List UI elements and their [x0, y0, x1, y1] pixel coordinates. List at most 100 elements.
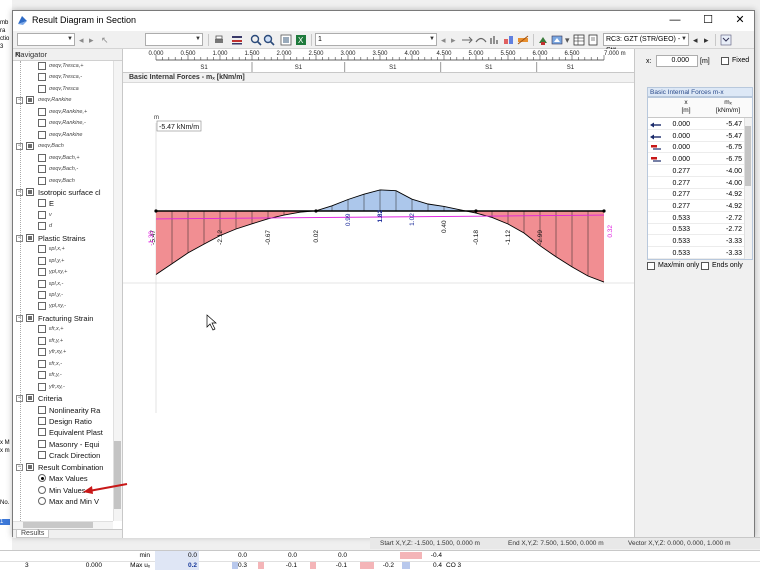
- navigator-item[interactable]: −Plastic Strains: [13, 233, 113, 244]
- navigator-item[interactable]: E: [13, 198, 113, 209]
- table-row[interactable]: 0.277-4.92: [648, 201, 744, 212]
- navigator-item[interactable]: σeqv,Rankine,+: [13, 107, 113, 118]
- group-checkbox[interactable]: [26, 314, 34, 322]
- extremes-icon[interactable]: [503, 34, 515, 46]
- result-diagram[interactable]: Basic Internal Forces - mₓ [kNm/m] -5.47…: [123, 73, 634, 538]
- navigator-item[interactable]: −σeqv,Bach: [13, 141, 113, 152]
- navigator-item[interactable]: −Criteria: [13, 393, 113, 404]
- print-icon[interactable]: [213, 34, 225, 46]
- x-position-input[interactable]: 0.000: [656, 55, 698, 67]
- result-checkbox[interactable]: [38, 360, 46, 368]
- result-checkbox[interactable]: [38, 337, 46, 345]
- navigator-hscroll-thumb[interactable]: [23, 522, 93, 528]
- result-checkbox[interactable]: [38, 199, 46, 207]
- result-checkbox[interactable]: [38, 428, 46, 436]
- result-checkbox[interactable]: [38, 257, 46, 265]
- navigator-item[interactable]: d: [13, 221, 113, 232]
- minimize-button[interactable]: —: [660, 13, 690, 29]
- table-row[interactable]: 0.277-4.92: [648, 189, 744, 200]
- excel-icon[interactable]: X: [295, 34, 307, 46]
- table-row[interactable]: 0.000-5.47: [648, 119, 744, 130]
- navigator-item[interactable]: γfr,xy,+: [13, 347, 113, 358]
- result-checkbox[interactable]: [38, 302, 46, 310]
- navigator-item[interactable]: σeqv,Bach,-: [13, 164, 113, 175]
- navigator-item[interactable]: εpl,x,+: [13, 244, 113, 255]
- close-button[interactable]: ✕: [725, 13, 755, 29]
- settings-icon[interactable]: [537, 34, 549, 46]
- result-checkbox[interactable]: [38, 440, 46, 448]
- navigator-item[interactable]: −Fracturing Strain: [13, 313, 113, 324]
- navigator-scroll-thumb[interactable]: [114, 441, 121, 509]
- diagram-canvas[interactable]: -5.47-2.12-0.670.020.991.821.020.40-0.18…: [123, 83, 634, 538]
- result-checkbox[interactable]: [38, 325, 46, 333]
- navigator-item[interactable]: Masonry - Equi: [13, 439, 113, 450]
- result-checkbox[interactable]: [38, 62, 46, 70]
- result-checkbox[interactable]: [38, 268, 46, 276]
- navigator-item[interactable]: Nonlinearity Ra: [13, 405, 113, 416]
- group-checkbox[interactable]: [26, 394, 34, 402]
- navigator-item[interactable]: εfr,x,+: [13, 324, 113, 335]
- navigator-item[interactable]: σeqv,Bach: [13, 176, 113, 187]
- navigator-item[interactable]: εpl,y,-: [13, 290, 113, 301]
- navigator-item[interactable]: −Result Combination: [13, 462, 113, 473]
- navigator-item[interactable]: σeqv,Tresca,-: [13, 72, 113, 83]
- result-number-combo[interactable]: 1▼: [315, 33, 437, 46]
- pointer-icon[interactable]: ↖: [101, 34, 109, 46]
- navigator-item[interactable]: γfr,xy,-: [13, 382, 113, 393]
- table-row[interactable]: 0.000-6.75: [648, 154, 744, 165]
- navigator-item[interactable]: εfr,y,+: [13, 336, 113, 347]
- nav-next-icon[interactable]: ▸: [451, 34, 456, 46]
- result-checkbox[interactable]: [38, 119, 46, 127]
- result-checkbox[interactable]: [38, 280, 46, 288]
- fixed-checkbox[interactable]: [721, 57, 729, 65]
- navigator-item[interactable]: v: [13, 210, 113, 221]
- combo-prev-icon[interactable]: ◂: [693, 34, 698, 46]
- filter-icon[interactable]: [231, 34, 243, 46]
- section-combo[interactable]: ▼: [145, 33, 203, 46]
- table-row[interactable]: 0.533-2.72: [648, 224, 744, 235]
- navigator-item[interactable]: σeqv,Bach,+: [13, 153, 113, 164]
- tab-results[interactable]: Results: [16, 530, 49, 538]
- result-checkbox[interactable]: [38, 291, 46, 299]
- color-scale-icon[interactable]: [517, 34, 529, 46]
- navigator-item[interactable]: σeqv,Tresca: [13, 84, 113, 95]
- smoothing-icon[interactable]: [475, 34, 487, 46]
- navigator-item[interactable]: σeqv,Tresca,+: [13, 61, 113, 72]
- result-checkbox[interactable]: [38, 108, 46, 116]
- table-row[interactable]: 0.000-5.47: [648, 131, 744, 142]
- result-combination-radio[interactable]: [38, 474, 46, 482]
- result-checkbox[interactable]: [38, 406, 46, 414]
- nav-prev-icon[interactable]: ◂: [79, 34, 84, 46]
- table-icon[interactable]: [573, 34, 585, 46]
- table-row[interactable]: 0.533-3.33: [648, 248, 744, 259]
- result-checkbox[interactable]: [38, 177, 46, 185]
- ends-only-checkbox[interactable]: [701, 262, 709, 270]
- group-checkbox[interactable]: [26, 463, 34, 471]
- nav-prev-icon[interactable]: ◂: [441, 34, 446, 46]
- result-checkbox[interactable]: [38, 165, 46, 173]
- report-icon[interactable]: [587, 34, 599, 46]
- maximize-button[interactable]: ☐: [693, 13, 723, 29]
- result-combination-radio[interactable]: [38, 497, 46, 505]
- result-checkbox[interactable]: [38, 383, 46, 391]
- navigator-item[interactable]: εpl,x,-: [13, 279, 113, 290]
- maxmin-only-checkbox[interactable]: [647, 262, 655, 270]
- result-checkbox[interactable]: [38, 73, 46, 81]
- navigator-item[interactable]: −Isotropic surface cl: [13, 187, 113, 198]
- group-checkbox[interactable]: [26, 142, 34, 150]
- result-type-combo[interactable]: ▼: [17, 33, 75, 46]
- navigator-item[interactable]: γpl,xy,+: [13, 267, 113, 278]
- navigator-item[interactable]: σeqv,Rankine,-: [13, 118, 113, 129]
- navigator-item[interactable]: −σeqv,Rankine: [13, 95, 113, 106]
- dropdown-icon[interactable]: ▾: [565, 34, 570, 46]
- navigator-item[interactable]: Max and Min V: [13, 496, 113, 507]
- group-checkbox[interactable]: [26, 188, 34, 196]
- close-icon[interactable]: ×: [15, 50, 122, 59]
- navigator-item[interactable]: γpl,xy,-: [13, 301, 113, 312]
- group-checkbox[interactable]: [26, 234, 34, 242]
- view-options-icon[interactable]: [461, 34, 473, 46]
- help-icon[interactable]: [720, 34, 732, 46]
- load-combination-combo[interactable]: RC3: GZT (STR/GEO) - Stä▼: [603, 33, 689, 46]
- navigator-item[interactable]: Design Ratio: [13, 416, 113, 427]
- result-checkbox[interactable]: [38, 451, 46, 459]
